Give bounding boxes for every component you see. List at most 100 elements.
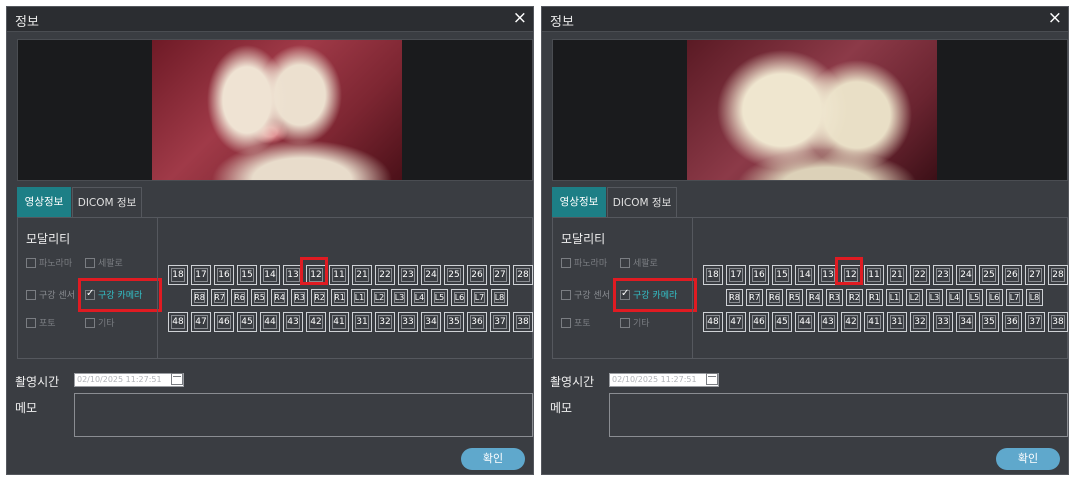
tooth-button-36[interactable]: 36	[467, 312, 487, 332]
tooth-button-l7[interactable]: L7	[1006, 289, 1023, 306]
checkbox-photo[interactable]: 포토	[561, 317, 591, 330]
tooth-button-l4[interactable]: L4	[946, 289, 963, 306]
tooth-button-l7[interactable]: L7	[471, 289, 488, 306]
capture-time-field[interactable]: 02/10/2025 11:27:51	[74, 373, 184, 387]
tooth-button-27[interactable]: 27	[1025, 265, 1045, 285]
tooth-button-44[interactable]: 44	[260, 312, 280, 332]
tooth-button-46[interactable]: 46	[749, 312, 769, 332]
tooth-button-r4[interactable]: R4	[806, 289, 823, 306]
tooth-button-l5[interactable]: L5	[431, 289, 448, 306]
checkbox-panorama[interactable]: 파노라마	[561, 257, 607, 270]
tooth-button-32[interactable]: 32	[910, 312, 930, 332]
tooth-button-13[interactable]: 13	[818, 265, 838, 285]
tooth-button-17[interactable]: 17	[191, 265, 211, 285]
tooth-button-14[interactable]: 14	[795, 265, 815, 285]
tooth-button-38[interactable]: 38	[1048, 312, 1068, 332]
tooth-button-43[interactable]: 43	[283, 312, 303, 332]
tooth-button-l2[interactable]: L2	[906, 289, 923, 306]
tooth-button-l8[interactable]: L8	[1026, 289, 1043, 306]
tooth-button-33[interactable]: 33	[933, 312, 953, 332]
tooth-button-35[interactable]: 35	[444, 312, 464, 332]
tooth-button-35[interactable]: 35	[979, 312, 999, 332]
checkbox-cephalo[interactable]: 세팔로	[620, 257, 658, 270]
tooth-button-42[interactable]: 42	[841, 312, 861, 332]
tooth-button-45[interactable]: 45	[772, 312, 792, 332]
tooth-button-24[interactable]: 24	[421, 265, 441, 285]
tooth-button-r4[interactable]: R4	[271, 289, 288, 306]
calendar-icon[interactable]	[171, 373, 183, 385]
checkbox-oral-camera[interactable]: 구강 카메라	[85, 288, 142, 302]
tooth-button-r3[interactable]: R3	[291, 289, 308, 306]
checkbox-photo[interactable]: 포토	[26, 317, 56, 330]
tooth-button-23[interactable]: 23	[398, 265, 418, 285]
tooth-button-r8[interactable]: R8	[726, 289, 743, 306]
tooth-button-38[interactable]: 38	[513, 312, 533, 332]
tooth-button-25[interactable]: 25	[979, 265, 999, 285]
tooth-button-37[interactable]: 37	[1025, 312, 1045, 332]
tooth-button-26[interactable]: 26	[467, 265, 487, 285]
tooth-button-21[interactable]: 21	[887, 265, 907, 285]
close-icon[interactable]: ×	[513, 8, 527, 28]
tooth-button-r8[interactable]: R8	[191, 289, 208, 306]
tooth-button-47[interactable]: 47	[726, 312, 746, 332]
tooth-button-l3[interactable]: L3	[926, 289, 943, 306]
tooth-button-41[interactable]: 41	[329, 312, 349, 332]
tooth-button-34[interactable]: 34	[421, 312, 441, 332]
tab-image-info[interactable]: 영상정보	[17, 187, 71, 217]
tooth-button-46[interactable]: 46	[214, 312, 234, 332]
tooth-button-24[interactable]: 24	[956, 265, 976, 285]
tooth-button-l4[interactable]: L4	[411, 289, 428, 306]
tooth-button-r6[interactable]: R6	[231, 289, 248, 306]
checkbox-cephalo[interactable]: 세팔로	[85, 257, 123, 270]
tooth-button-44[interactable]: 44	[795, 312, 815, 332]
tooth-button-22[interactable]: 22	[910, 265, 930, 285]
tooth-button-43[interactable]: 43	[818, 312, 838, 332]
tooth-button-31[interactable]: 31	[887, 312, 907, 332]
tooth-button-18[interactable]: 18	[168, 265, 188, 285]
tooth-button-47[interactable]: 47	[191, 312, 211, 332]
tooth-button-14[interactable]: 14	[260, 265, 280, 285]
tooth-button-21[interactable]: 21	[352, 265, 372, 285]
tooth-button-15[interactable]: 15	[772, 265, 792, 285]
ok-button[interactable]: 확인	[996, 448, 1060, 470]
tooth-button-l2[interactable]: L2	[371, 289, 388, 306]
tooth-button-l1[interactable]: L1	[351, 289, 368, 306]
checkbox-panorama[interactable]: 파노라마	[26, 257, 72, 270]
memo-field[interactable]	[74, 393, 533, 437]
tooth-button-r7[interactable]: R7	[211, 289, 228, 306]
tooth-button-26[interactable]: 26	[1002, 265, 1022, 285]
tooth-button-13[interactable]: 13	[283, 265, 303, 285]
tooth-button-12[interactable]: 12	[306, 265, 326, 285]
tooth-button-42[interactable]: 42	[306, 312, 326, 332]
tooth-button-l3[interactable]: L3	[391, 289, 408, 306]
tooth-button-12[interactable]: 12	[841, 265, 861, 285]
tooth-button-28[interactable]: 28	[1048, 265, 1068, 285]
ok-button[interactable]: 확인	[461, 448, 525, 470]
tooth-button-32[interactable]: 32	[375, 312, 395, 332]
memo-field[interactable]	[609, 393, 1068, 437]
tooth-button-37[interactable]: 37	[490, 312, 510, 332]
tooth-button-r1[interactable]: R1	[866, 289, 883, 306]
tooth-button-r5[interactable]: R5	[786, 289, 803, 306]
checkbox-oral-camera[interactable]: 구강 카메라	[620, 288, 677, 302]
tooth-button-11[interactable]: 11	[329, 265, 349, 285]
tooth-button-l6[interactable]: L6	[986, 289, 1003, 306]
tab-image-info[interactable]: 영상정보	[552, 187, 606, 217]
calendar-icon[interactable]	[706, 373, 718, 385]
tooth-button-41[interactable]: 41	[864, 312, 884, 332]
tooth-button-45[interactable]: 45	[237, 312, 257, 332]
tooth-button-31[interactable]: 31	[352, 312, 372, 332]
checkbox-oral-sensor[interactable]: 구강 센서	[26, 290, 80, 302]
tooth-button-l5[interactable]: L5	[966, 289, 983, 306]
checkbox-oral-sensor[interactable]: 구강 센서	[561, 290, 615, 302]
tooth-button-r6[interactable]: R6	[766, 289, 783, 306]
tooth-button-r5[interactable]: R5	[251, 289, 268, 306]
tooth-button-16[interactable]: 16	[214, 265, 234, 285]
tooth-button-33[interactable]: 33	[398, 312, 418, 332]
tooth-button-r3[interactable]: R3	[826, 289, 843, 306]
tab-dicom-info[interactable]: DICOM 정보	[72, 187, 142, 217]
capture-time-field[interactable]: 02/10/2025 11:27:51	[609, 373, 719, 387]
tooth-button-r7[interactable]: R7	[746, 289, 763, 306]
tooth-button-r2[interactable]: R2	[846, 289, 863, 306]
tooth-button-25[interactable]: 25	[444, 265, 464, 285]
